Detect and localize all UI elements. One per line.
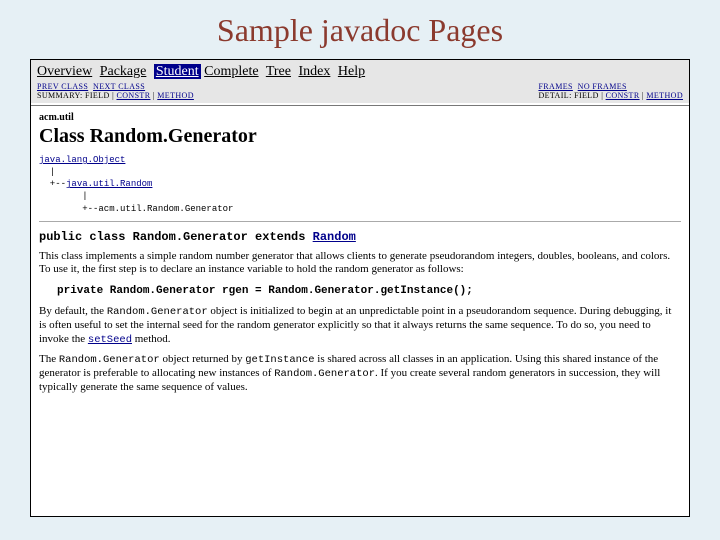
summary-label: SUMMARY: — [37, 91, 85, 100]
class-declaration: public class Random.Generator extends Ra… — [39, 230, 681, 244]
navbar: Overview Package Student Complete Tree I… — [31, 60, 689, 81]
nav-overview[interactable]: Overview — [37, 64, 92, 79]
hierarchy-line: | — [39, 167, 55, 177]
hierarchy-random-link[interactable]: java.util.Random — [66, 179, 152, 189]
code-ref: Random.Generator — [274, 368, 375, 380]
detail-constr-link[interactable]: CONSTR — [606, 91, 640, 100]
intro-paragraph: This class implements a simple random nu… — [39, 250, 681, 278]
summary-method-link[interactable]: METHOD — [157, 91, 194, 100]
subnav: PREV CLASS NEXT CLASS SUMMARY: FIELD | C… — [31, 81, 689, 103]
hierarchy-leaf: +--acm.util.Random.Generator — [39, 204, 233, 214]
nav-selected[interactable]: Student — [154, 64, 201, 79]
code-example: private Random.Generator rgen = Random.G… — [57, 285, 681, 297]
hierarchy-object-link[interactable]: java.lang.Object — [39, 155, 125, 165]
package-name: acm.util — [39, 112, 681, 123]
content: acm.util Class Random.Generator java.lan… — [31, 108, 689, 409]
decl-random-link[interactable]: Random — [313, 230, 356, 244]
subnav-left: PREV CLASS NEXT CLASS SUMMARY: FIELD | C… — [37, 82, 194, 100]
next-class-link[interactable]: NEXT CLASS — [93, 82, 145, 91]
nav-help[interactable]: Help — [338, 64, 365, 79]
nav-tree[interactable]: Tree — [266, 64, 291, 79]
seed-paragraph: By default, the Random.Generator object … — [39, 305, 681, 347]
hierarchy-line: | — [39, 191, 88, 201]
code-ref: getInstance — [245, 354, 314, 366]
text: object returned by — [160, 353, 246, 365]
noframes-link[interactable]: NO FRAMES — [578, 82, 627, 91]
detail-field: FIELD — [574, 91, 599, 100]
code-ref: Random.Generator — [107, 306, 208, 318]
class-hierarchy: java.lang.Object | +--java.util.Random |… — [39, 154, 681, 215]
detail-label: DETAIL: — [538, 91, 574, 100]
summary-field: FIELD — [85, 91, 110, 100]
text: method. — [132, 333, 171, 345]
slide-title: Sample javadoc Pages — [0, 0, 720, 59]
nav-index[interactable]: Index — [298, 64, 330, 79]
text: By default, the — [39, 305, 107, 317]
text: The — [39, 353, 59, 365]
frames-link[interactable]: FRAMES — [538, 82, 572, 91]
detail-method-link[interactable]: METHOD — [646, 91, 683, 100]
nav-package[interactable]: Package — [100, 64, 147, 79]
nav-complete[interactable]: Complete — [204, 64, 258, 79]
summary-constr-link[interactable]: CONSTR — [116, 91, 150, 100]
shared-paragraph: The Random.Generator object returned by … — [39, 353, 681, 395]
class-title: Class Random.Generator — [39, 125, 681, 148]
decl-text: public class Random.Generator extends — [39, 230, 313, 244]
prev-class-link[interactable]: PREV CLASS — [37, 82, 88, 91]
divider — [39, 221, 681, 222]
subnav-right: FRAMES NO FRAMES DETAIL: FIELD | CONSTR … — [538, 82, 683, 100]
divider — [31, 105, 689, 106]
hierarchy-branch: +-- — [39, 179, 66, 189]
javadoc-frame: Overview Package Student Complete Tree I… — [30, 59, 690, 517]
code-ref: Random.Generator — [59, 354, 160, 366]
setseed-link[interactable]: setSeed — [88, 334, 132, 346]
